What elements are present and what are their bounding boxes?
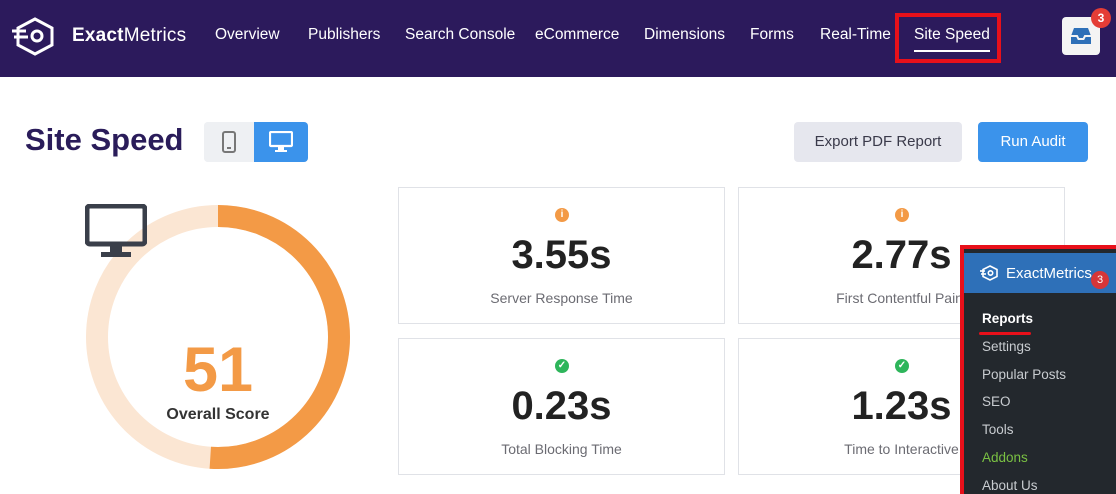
device-toggle [204, 122, 308, 162]
nav-publishers[interactable]: Publishers [308, 26, 380, 44]
wp-menu-badge: 3 [1091, 271, 1109, 289]
metric-label: Server Response Time [490, 290, 633, 306]
overall-score-label: Overall Score [166, 406, 270, 423]
nav-ecommerce[interactable]: eCommerce [535, 26, 619, 44]
metric-value: 3.55s [511, 233, 612, 277]
info-icon: i [555, 208, 569, 222]
wp-menu-item-tools[interactable]: Tools [982, 422, 1014, 437]
desktop-view-button[interactable] [254, 122, 308, 162]
inbox-icon [1071, 28, 1091, 44]
exactmetrics-menu-icon [980, 265, 998, 281]
page-title: Site Speed [25, 122, 184, 157]
check-icon: ✓ [555, 359, 569, 373]
desktop-icon [269, 131, 293, 152]
wp-menu-header[interactable]: ExactMetrics 3 [964, 253, 1116, 293]
exactmetrics-logo-icon [12, 17, 54, 56]
run-audit-button[interactable]: Run Audit [978, 122, 1088, 162]
info-icon: i [895, 208, 909, 222]
notification-count-badge: 3 [1091, 8, 1111, 28]
monitor-icon [85, 204, 147, 257]
brand-name: ExactMetrics [72, 25, 187, 46]
nav-overview[interactable]: Overview [215, 26, 280, 44]
wp-menu-item-popular-posts[interactable]: Popular Posts [982, 367, 1066, 382]
metric-card-total-blocking-time: ✓ 0.23s Total Blocking Time [398, 338, 725, 475]
annotation-highlight-box [895, 13, 1001, 63]
nav-dimensions[interactable]: Dimensions [644, 26, 725, 44]
export-pdf-button[interactable]: Export PDF Report [794, 122, 962, 162]
annotation-underline [979, 332, 1031, 335]
wp-menu-item-seo[interactable]: SEO [982, 394, 1011, 409]
wp-menu-item-addons[interactable]: Addons [982, 450, 1028, 465]
top-navigation-bar: ExactMetrics Overview Publishers Search … [0, 0, 1116, 77]
mobile-icon [222, 131, 236, 153]
nav-search-console[interactable]: Search Console [405, 26, 515, 44]
overall-score-gauge: 51 Overall Score [85, 204, 351, 470]
nav-forms[interactable]: Forms [750, 26, 794, 44]
metric-card-server-response: i 3.55s Server Response Time [398, 187, 725, 324]
wp-menu-item-settings[interactable]: Settings [982, 339, 1031, 354]
exactmetrics-logo[interactable]: ExactMetrics [12, 16, 186, 56]
nav-real-time[interactable]: Real-Time [820, 26, 891, 44]
mobile-view-button[interactable] [204, 122, 254, 162]
metric-value: 0.23s [511, 384, 612, 428]
wp-menu-item-about-us[interactable]: About Us [982, 478, 1038, 493]
wp-menu-title: ExactMetrics [1006, 265, 1092, 282]
wp-admin-submenu: ExactMetrics 3 Reports Settings Popular … [960, 245, 1116, 494]
overall-score-value: 51 [182, 335, 254, 405]
check-icon: ✓ [895, 359, 909, 373]
wp-menu-item-reports[interactable]: Reports [982, 311, 1033, 326]
metric-label: Total Blocking Time [501, 441, 622, 457]
